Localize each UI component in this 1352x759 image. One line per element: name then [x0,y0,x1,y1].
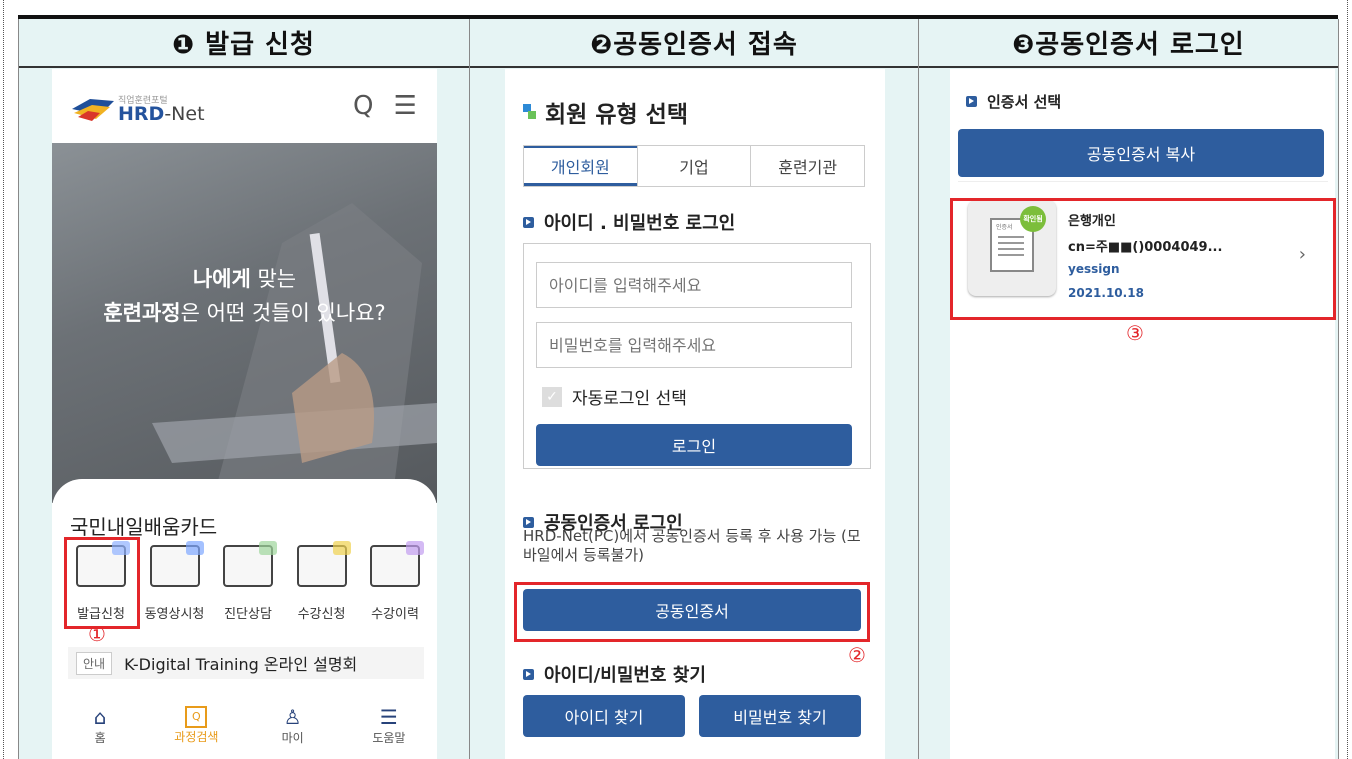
enroll-icon [296,541,351,587]
section-id-login: 아이디 . 비밀번호 로그인 [523,209,735,235]
menu-history[interactable]: 수강이력 [362,541,428,622]
password-input[interactable] [536,322,852,368]
bottom-nav: ⌂ 홈 Q 과정검색 ♙ 마이 ☰ 도움말 [52,705,437,746]
col-separator [469,19,470,759]
auto-login-checkbox[interactable]: ✓ 자동로그인 선택 [542,384,687,409]
card-title: 국민내일배움카드 [70,515,218,539]
hero-line2: 훈련과정은 어떤 것들이 있나요? [103,301,386,325]
highlight-issue-apply [64,537,140,629]
video-icon [149,541,204,587]
brand-hrd: HRD [118,103,165,125]
title-square-icon [523,104,537,120]
header-step2: ❷공동인증서 접속 [470,19,918,66]
login-button[interactable]: 로그인 [536,424,852,466]
help-icon: ☰ [379,705,398,729]
check-icon: ✓ [542,386,562,407]
copy-cert-button[interactable]: 공동인증서 복사 [958,129,1324,177]
find-id-button[interactable]: 아이디 찾기 [523,695,685,737]
notice-bar[interactable]: 안내 K-Digital Training 온라인 설명회 [68,647,424,679]
history-icon [370,541,424,587]
consult-icon [223,541,277,587]
col-separator [18,19,19,759]
menu-consult[interactable]: 진단상담 [215,541,281,622]
brand-net: -Net [164,103,205,125]
person-icon: ♙ [283,705,302,729]
search-icon: Q [185,706,208,728]
bullet-icon [523,516,534,528]
left-border [3,0,4,759]
bullet-icon [523,216,534,228]
bullet-icon [523,668,534,680]
tab-institution[interactable]: 훈련기관 [750,146,864,186]
section-cert-select: 인증서 선택 [966,91,1061,112]
notice-text: K-Digital Training 온라인 설명회 [124,655,358,674]
id-input[interactable] [536,262,852,308]
hero-banner[interactable]: 나에게 맞는 훈련과정은 어떤 것들이 있나요? [52,143,437,523]
col-separator [918,19,919,759]
header-step3: ❸공동인증서 로그인 [919,19,1338,66]
search-menu-icons[interactable]: Q ☰ [353,91,423,121]
bullet-icon [966,96,977,107]
hrd-home-screen: 직업훈련포털 HRD-Net Q ☰ 나에게 맞는 훈련과정은 어떤 것들이 있… [52,69,437,759]
nav-course-search[interactable]: Q 과정검색 [161,705,231,746]
menu-video[interactable]: 동영상시청 [142,541,208,622]
comparison-figure: ❶ 발급 신청 ❷공동인증서 접속 ❸공동인증서 로그인 직업훈련포털 HRD-… [0,0,1352,759]
home-icon: ⌂ [93,705,107,729]
hrd-logo-icon [72,99,114,121]
find-password-button[interactable]: 비밀번호 찾기 [699,695,861,737]
notice-tag: 안내 [76,651,113,675]
member-type-tabs: 개인회원 기업 훈련기관 [523,145,865,187]
step-marker-1: ① [88,622,106,646]
page-title: 회원 유형 선택 [523,95,688,129]
section-find: 아이디/비밀번호 찾기 [523,661,706,687]
login-form: ✓자동로그인 선택 로그인 [523,243,871,469]
app-header: 직업훈련포털 HRD-Net Q ☰ [52,69,437,143]
step-marker-3: ③ [1126,321,1144,345]
cert-description: HRD-Net(PC)에서 공동인증서 등록 후 사용 가능 (모바일에서 등록… [523,527,861,564]
member-login-screen: 회원 유형 선택 개인회원 기업 훈련기관 아이디 . 비밀번호 로그인 ✓자동… [505,69,885,759]
nav-home[interactable]: ⌂ 홈 [65,705,135,746]
step-marker-2: ② [848,643,866,667]
header-step1: ❶ 발급 신청 [18,19,469,66]
menu-enroll[interactable]: 수강신청 [289,541,355,622]
tab-individual[interactable]: 개인회원 [524,146,637,186]
hero-line1: 나에게 맞는 [192,267,297,291]
highlight-cert-item [950,198,1336,320]
table-top-rule [18,15,1338,19]
cert-select-screen: 인증서 선택 공동인증서 복사 인증서 확인됨 은행개인 cn=주■■()000… [950,69,1335,759]
right-border [1347,0,1348,759]
nav-help[interactable]: ☰ 도움말 [354,705,424,746]
nav-my[interactable]: ♙ 마이 [258,705,328,746]
col-separator [1338,19,1339,759]
tab-company[interactable]: 기업 [636,146,751,186]
brand-name[interactable]: HRD-Net [118,103,205,125]
highlight-cert-button [514,582,870,642]
